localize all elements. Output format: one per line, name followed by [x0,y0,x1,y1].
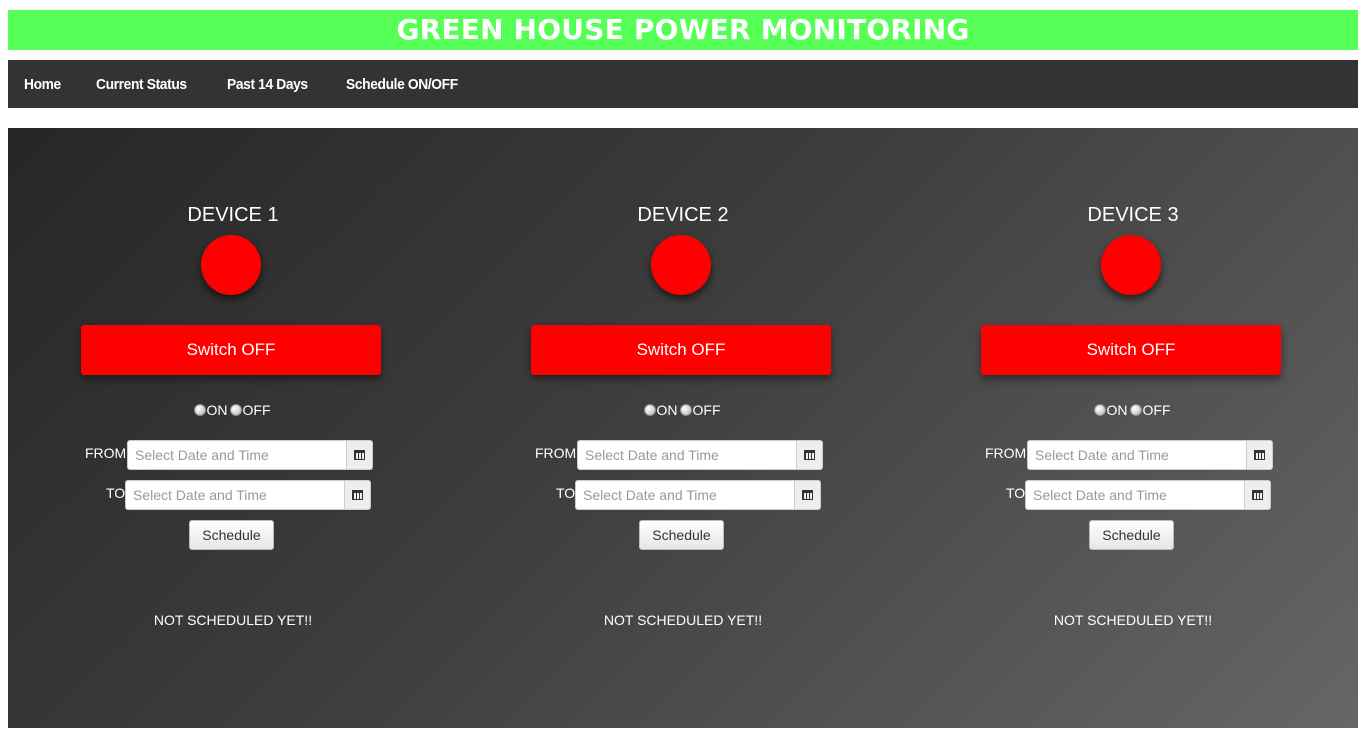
schedule-button[interactable]: Schedule [189,520,274,550]
to-field-row: TO [8,480,458,510]
calendar-icon [1254,450,1265,460]
schedule-button[interactable]: Schedule [1089,520,1174,550]
off-radio[interactable] [1129,404,1142,416]
to-calendar-button[interactable] [1244,480,1271,510]
on-radio-label: ON [656,402,678,418]
on-off-radio-group: ON OFF [8,402,458,418]
from-calendar-button[interactable] [346,440,373,470]
nav-item-current-status[interactable]: Current Status [96,76,187,93]
to-datetime-input[interactable] [575,480,795,510]
on-radio[interactable] [643,404,656,416]
schedule-button[interactable]: Schedule [639,520,724,550]
nav-item-schedule-on-off[interactable]: Schedule ON/OFF [346,76,458,93]
from-label: FROM [985,445,1027,461]
calendar-icon [804,450,815,460]
nav-item-home[interactable]: Home [24,76,61,93]
device-card-3: DEVICE 3 Switch OFF ON OFF FROM TO Sched… [908,128,1358,728]
device-status-light [201,235,261,295]
off-radio-label: OFF [692,402,721,418]
from-datetime-input[interactable] [1027,440,1247,470]
nav-bar: Home Current Status Past 14 Days Schedul… [8,60,1358,108]
to-datetime-input[interactable] [1025,480,1245,510]
on-off-radio-group: ON OFF [908,402,1358,418]
on-radio-label: ON [1106,402,1128,418]
schedule-status-text: NOT SCHEDULED YET!! [603,612,763,628]
device-title: DEVICE 2 [637,204,729,226]
to-datetime-input[interactable] [125,480,345,510]
from-field-row: FROM [458,440,908,470]
schedule-status-text: NOT SCHEDULED YET!! [153,612,313,628]
from-label: FROM [85,445,127,461]
to-calendar-button[interactable] [794,480,821,510]
device-status-light [1101,235,1161,295]
from-calendar-button[interactable] [1246,440,1273,470]
to-label: TO [556,485,576,501]
device-title: DEVICE 1 [187,204,279,226]
schedule-status-text: NOT SCHEDULED YET!! [1053,612,1213,628]
off-radio[interactable] [229,404,242,416]
device-title: DEVICE 3 [1087,204,1179,226]
to-field-row: TO [458,480,908,510]
switch-off-button[interactable]: Switch OFF [81,325,381,375]
device-panel: DEVICE 1 Switch OFF ON OFF FROM TO Sched… [8,128,1358,728]
off-radio-label: OFF [242,402,271,418]
calendar-icon [354,450,365,460]
to-field-row: TO [908,480,1358,510]
calendar-icon [1252,490,1263,500]
from-field-row: FROM [908,440,1358,470]
from-datetime-input[interactable] [577,440,797,470]
from-calendar-button[interactable] [796,440,823,470]
on-radio[interactable] [193,404,206,416]
calendar-icon [352,490,363,500]
nav-item-past-14-days[interactable]: Past 14 Days [227,76,308,93]
on-off-radio-group: ON OFF [458,402,908,418]
device-status-light [651,235,711,295]
switch-off-button[interactable]: Switch OFF [981,325,1281,375]
page-title: GREEN HOUSE POWER MONITORING [8,10,1358,50]
device-card-2: DEVICE 2 Switch OFF ON OFF FROM TO Sched… [458,128,908,728]
from-datetime-input[interactable] [127,440,347,470]
to-label: TO [106,485,126,501]
on-radio[interactable] [1093,404,1106,416]
calendar-icon [802,490,813,500]
switch-off-button[interactable]: Switch OFF [531,325,831,375]
on-radio-label: ON [206,402,228,418]
to-label: TO [1006,485,1026,501]
from-label: FROM [535,445,577,461]
from-field-row: FROM [8,440,458,470]
off-radio[interactable] [679,404,692,416]
off-radio-label: OFF [1142,402,1171,418]
device-card-1: DEVICE 1 Switch OFF ON OFF FROM TO Sched… [8,128,458,728]
to-calendar-button[interactable] [344,480,371,510]
